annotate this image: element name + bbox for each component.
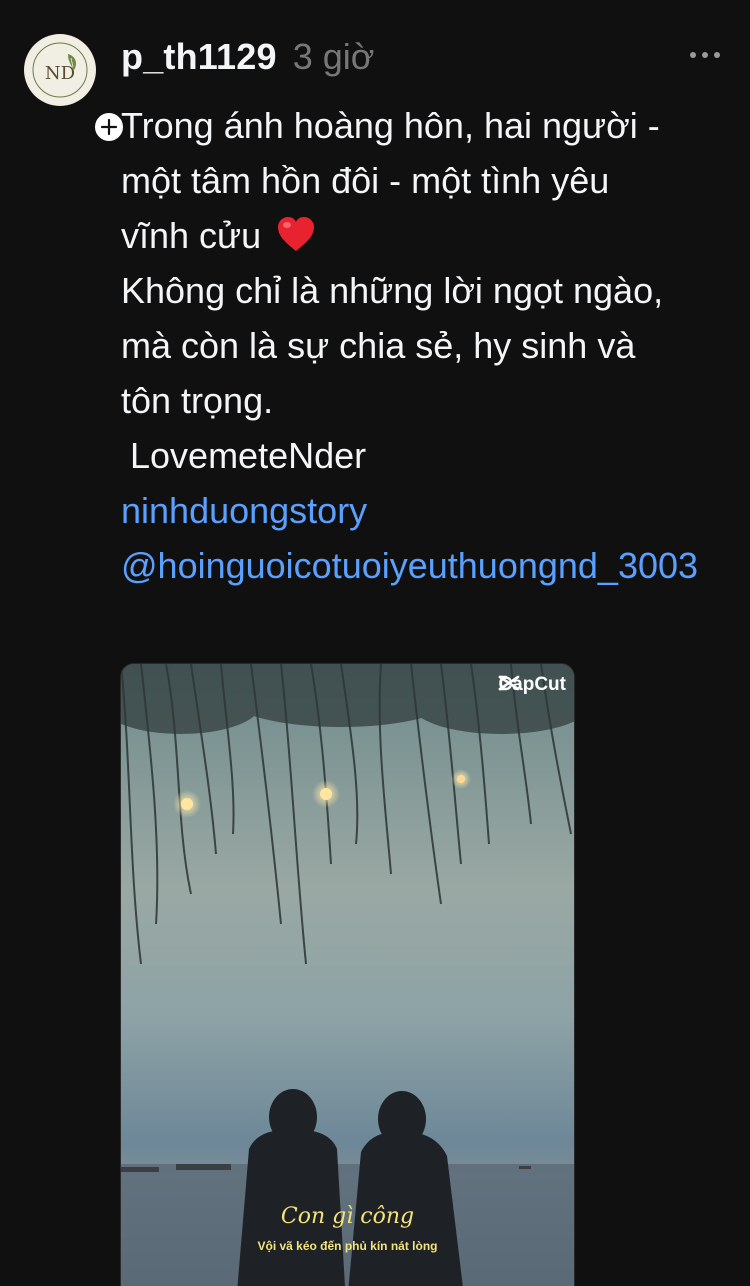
more-horizontal-icon	[714, 52, 720, 58]
video-overlay-title: Con gì công	[280, 1204, 415, 1229]
post-caption: Trong ánh hoàng hôn, hai người - một tâm…	[121, 98, 731, 593]
hashtag-link[interactable]: ninhduongstory	[121, 483, 731, 538]
more-horizontal-icon	[690, 52, 696, 58]
avatar[interactable]: ND	[24, 34, 96, 106]
mention-link[interactable]: @hoinguoicotuoiyeuthuongnd_3003	[121, 538, 731, 593]
plus-icon	[100, 118, 118, 136]
post-header: p_th1129 3 giờ	[121, 36, 374, 84]
caption-line: vĩnh cửu	[121, 215, 262, 256]
caption-line: một tâm hồn đôi - một tình yêu	[121, 160, 610, 201]
red-heart-emoji	[278, 217, 315, 251]
avatar-logo-icon: ND	[26, 36, 94, 104]
caption-line: Trong ánh hoàng hôn, hai người -	[121, 105, 660, 146]
video-overlay-subtitle: Vội vã kéo đến phủ kín nát lòng	[257, 1239, 438, 1253]
caption-line: tôn trọng.	[121, 380, 274, 421]
avatar-container[interactable]: ND	[24, 34, 127, 145]
caption-line: mà còn là sự chia sẻ, hy sinh và	[121, 325, 636, 366]
caption-signature: LovemeteNder	[130, 435, 367, 476]
caption-line-with-heart: vĩnh cửu	[121, 208, 731, 263]
capcut-watermark: CapCut	[498, 674, 566, 696]
caption-line: Không chỉ là những lời ngọt ngào,	[121, 270, 664, 311]
avatar-monogram: ND	[45, 63, 75, 84]
more-horizontal-icon	[702, 52, 708, 58]
username[interactable]: p_th1129	[121, 36, 277, 78]
more-options-button[interactable]	[690, 52, 720, 58]
post-timestamp: 3 giờ	[292, 36, 375, 77]
post-video[interactable]: CapCut Con gì công Vội vã kéo đến phủ kí…	[120, 663, 575, 1286]
capcut-logo-icon	[499, 675, 520, 691]
video-thumbnail	[121, 664, 574, 1286]
